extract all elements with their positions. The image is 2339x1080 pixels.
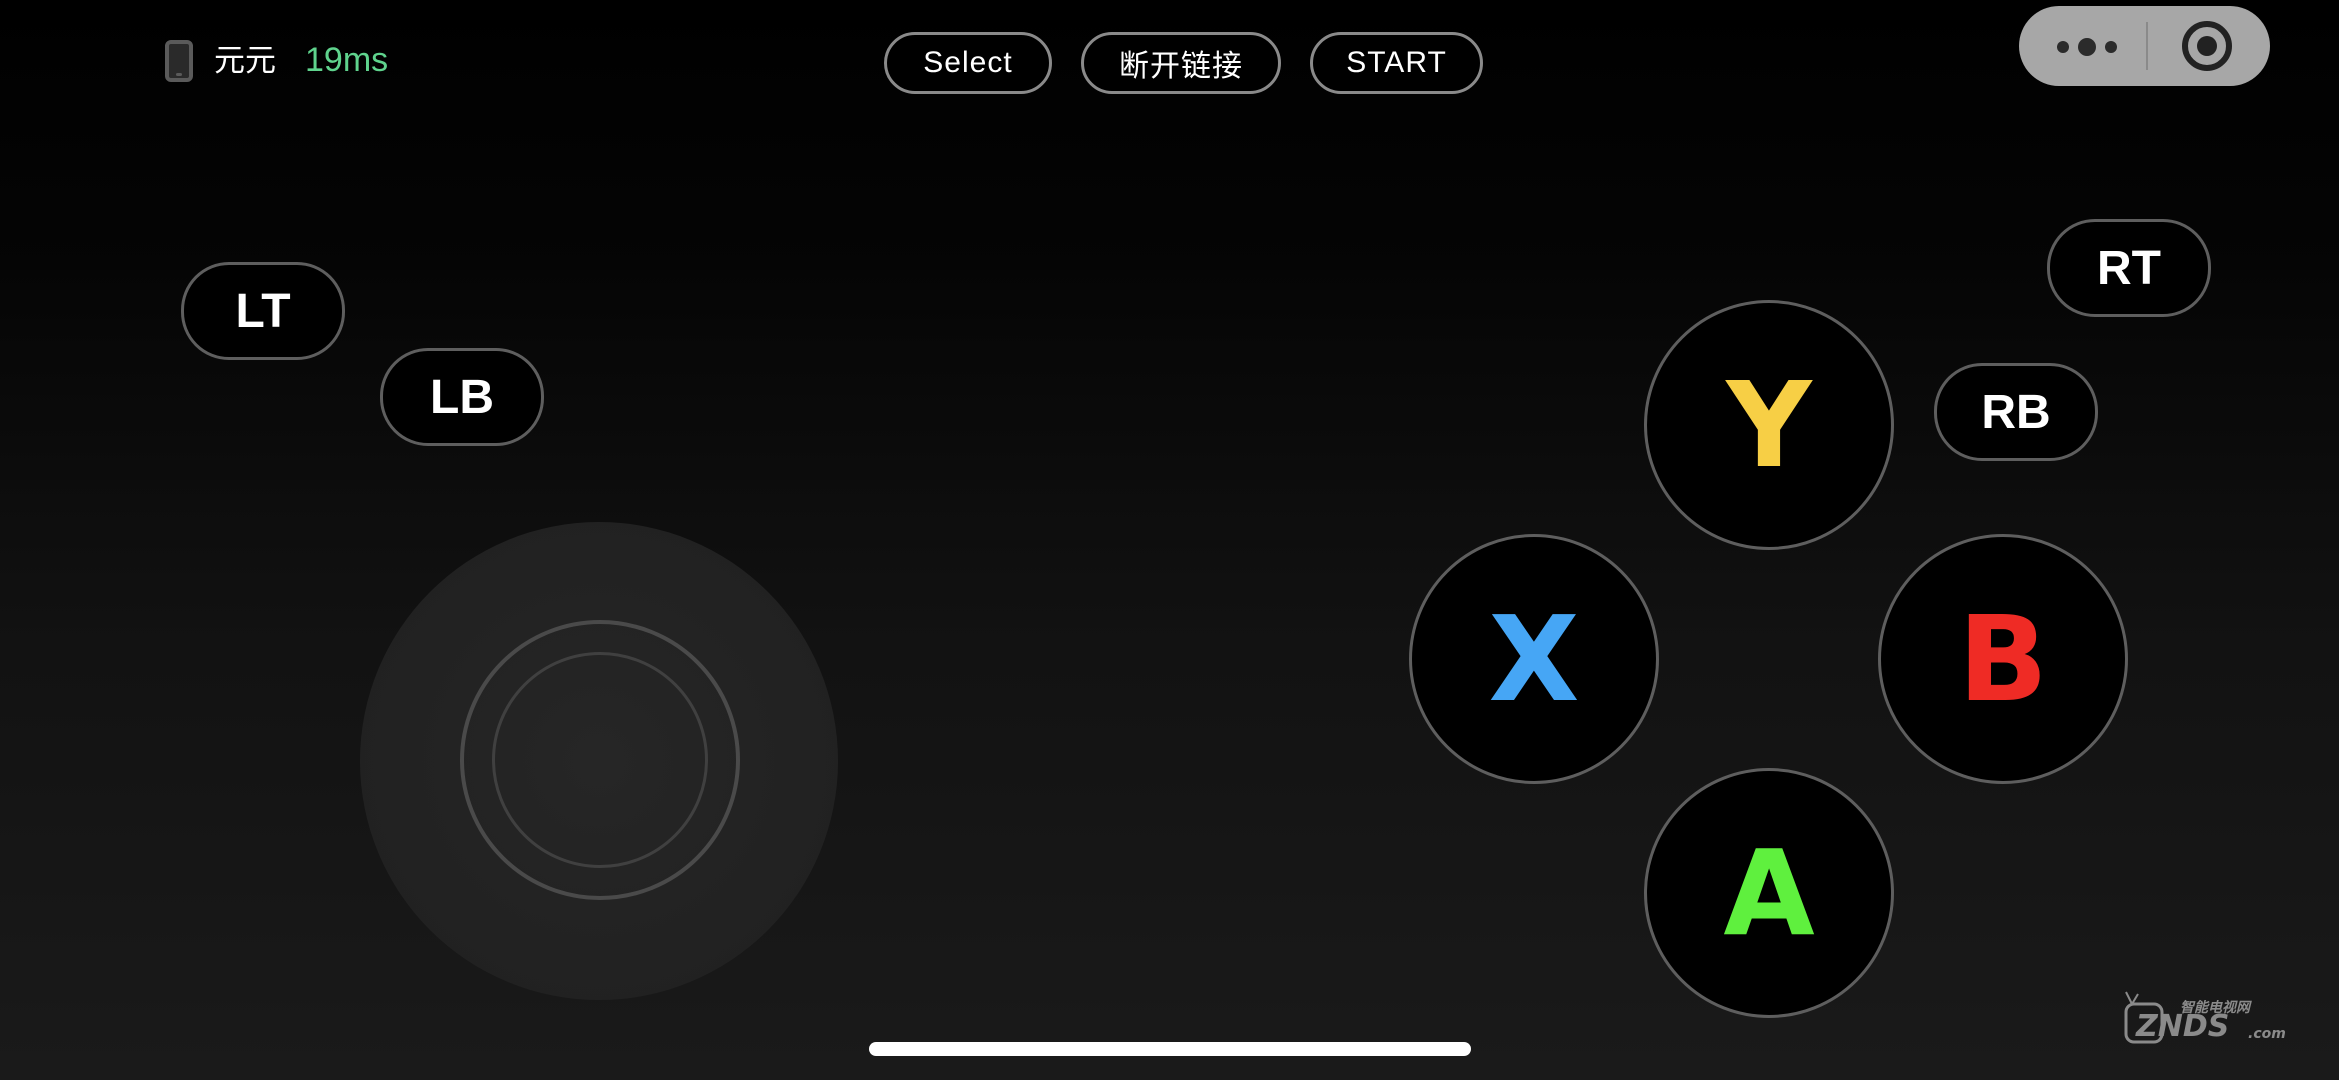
b-button[interactable]: B [1878, 534, 2128, 784]
watermark-logo: 智能电视网 ZNDS .com [2124, 991, 2286, 1044]
phone-icon [165, 40, 193, 82]
joystick-thumb[interactable] [492, 652, 708, 868]
lt-button[interactable]: LT [181, 262, 345, 360]
more-icon[interactable] [2057, 38, 2117, 56]
latency-readout: 19ms [305, 41, 389, 79]
start-button[interactable]: START [1310, 32, 1483, 94]
rb-button[interactable]: RB [1934, 363, 2098, 461]
x-button[interactable]: X [1409, 534, 1659, 784]
watermark-suffix: .com [2248, 1026, 2286, 1042]
y-button[interactable]: Y [1644, 300, 1894, 550]
capsule-divider [2146, 22, 2148, 70]
home-indicator[interactable] [869, 1042, 1471, 1056]
rt-button[interactable]: RT [2047, 219, 2211, 317]
lb-button[interactable]: LB [380, 348, 544, 446]
device-name: 元元 [214, 43, 276, 79]
watermark-brand: ZNDS [2135, 1009, 2229, 1044]
gamepad-screen: 元元 19ms Select 断开链接 START LT LB RT RB Y … [0, 0, 2339, 1080]
select-button[interactable]: Select [884, 32, 1052, 94]
target-icon[interactable] [2182, 21, 2232, 71]
a-button[interactable]: A [1644, 768, 1894, 1018]
disconnect-button[interactable]: 断开链接 [1081, 32, 1281, 94]
